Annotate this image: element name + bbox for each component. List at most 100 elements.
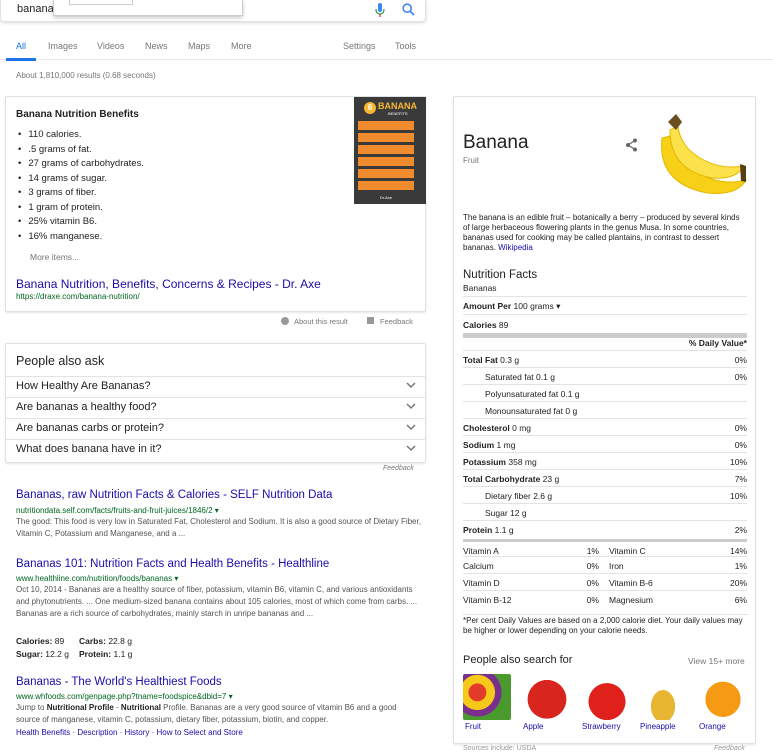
related-label[interactable]: Fruit — [465, 722, 481, 731]
kg-subtitle: Fruit — [463, 156, 479, 165]
thumb-title: BANANA — [378, 101, 417, 111]
tab-tools[interactable]: Tools — [395, 41, 416, 51]
vitamin-value: 6% — [734, 595, 747, 605]
nutrient-row: Sodium 1 mg 0% — [463, 435, 747, 452]
nutrient-label: Cholesterol 0 mg — [463, 423, 532, 433]
tab-videos[interactable]: Videos — [97, 41, 124, 51]
kg-feedback-link[interactable]: Feedback — [714, 745, 745, 752]
thumb-row — [358, 169, 414, 178]
microphone-icon[interactable] — [375, 2, 385, 18]
apple-image[interactable] — [523, 674, 571, 720]
search-icon[interactable] — [402, 3, 415, 16]
thumb-badge: 6 — [364, 102, 376, 114]
sitelink[interactable]: Health Benefits — [16, 728, 70, 737]
nutrient-label: Monounsaturated fat 0 g — [485, 406, 578, 416]
result-snippet: The good: This food is very low in Satur… — [16, 517, 421, 538]
thumb-row — [358, 181, 414, 190]
tab-maps[interactable]: Maps — [188, 41, 210, 51]
nutrient-row: Total Carbohydrate 23 g 7% — [463, 469, 747, 486]
result-url: nutritiondata.self.com/facts/fruits-and-… — [16, 506, 219, 515]
result-title[interactable]: Bananas, raw Nutrition Facts & Calories … — [16, 489, 332, 501]
sitelink[interactable]: How to Select and Store — [157, 728, 243, 737]
tab-news[interactable]: News — [145, 41, 168, 51]
paa-question-text: Are bananas carbs or protein? — [16, 422, 164, 434]
nutrient-row: Potassium 358 mg 10% — [463, 452, 747, 469]
orange-image[interactable] — [699, 674, 747, 720]
nutrient-label: Saturated fat 0.1 g — [485, 372, 555, 382]
vitamin-value: 0% — [586, 578, 599, 588]
tab-images[interactable]: Images — [48, 41, 78, 51]
wikipedia-link[interactable]: Wikipedia — [498, 243, 533, 252]
nutrient-daily-value: 0% — [734, 372, 747, 382]
fruit-image[interactable] — [463, 674, 511, 720]
tab-more[interactable]: More — [231, 41, 252, 51]
chevron-down-icon — [406, 445, 416, 452]
daily-value-header: % Daily Value* — [463, 333, 747, 350]
paa-heading: People also ask — [16, 354, 105, 368]
about-result-link[interactable]: About this result — [294, 317, 348, 326]
nutrient-label: Total Fat 0.3 g — [463, 355, 520, 365]
list-item: 14 grams of sugar. — [18, 172, 144, 187]
nutrition-facts-subtitle: Bananas — [463, 283, 497, 293]
vitamin-label: Vitamin B-12 — [463, 595, 512, 605]
paa-question[interactable]: Are bananas carbs or protein? — [5, 418, 426, 439]
nutrient-label: Sugar 12 g — [485, 508, 527, 518]
autocomplete-item[interactable] — [69, 0, 133, 5]
result-title[interactable]: Bananas 101: Nutrition Facts and Health … — [16, 558, 329, 570]
vitamin-row: Vitamin A 1% Vitamin C 14% — [463, 539, 747, 556]
vitamin-label: Vitamin A — [463, 546, 499, 556]
sitelink[interactable]: Description — [77, 728, 117, 737]
vitamin-label: Vitamin C — [609, 546, 646, 556]
related-label[interactable]: Apple — [523, 722, 543, 731]
vitamin-label: Calcium — [463, 561, 494, 571]
thumb-row — [358, 121, 414, 130]
kg-title: Banana — [463, 132, 529, 153]
related-label[interactable]: Pineapple — [640, 722, 676, 731]
nutrient-row: Saturated fat 0.1 g 0% — [463, 367, 747, 384]
nutrient-daily-value: 10% — [729, 457, 747, 467]
featured-snippet-url: https://draxe.com/banana-nutrition/ — [16, 292, 140, 301]
pineapple-image[interactable] — [639, 674, 687, 720]
paa-question-text: How Healthy Are Bananas? — [16, 380, 151, 392]
amount-row[interactable]: Amount Per 100 grams ▾ — [463, 296, 747, 313]
featured-snippet-thumbnail[interactable]: 6 BANANA BENEFITS Dr.Axe — [354, 97, 426, 204]
paa-feedback-link[interactable]: Feedback — [383, 465, 414, 472]
result-title[interactable]: Bananas - The World's Healthiest Foods — [16, 676, 222, 688]
nutrient-daily-value: 0% — [734, 355, 747, 365]
paa-question[interactable]: Are bananas a healthy food? — [5, 397, 426, 418]
banana-image[interactable] — [652, 108, 748, 200]
search-input[interactable]: banana — [17, 3, 54, 15]
paa-question[interactable]: What does banana have in it? — [5, 439, 426, 460]
list-item: 16% manganese. — [18, 230, 144, 245]
tab-all[interactable]: All — [16, 41, 26, 51]
paa-question[interactable]: How Healthy Are Bananas? — [5, 376, 426, 397]
featured-snippet-link[interactable]: Banana Nutrition, Benefits, Concerns & R… — [16, 277, 321, 291]
vitamin-value: 1% — [734, 561, 747, 571]
vitamin-label: Magnesium — [609, 595, 653, 605]
active-tab-indicator — [6, 58, 36, 61]
feedback-link[interactable]: Feedback — [380, 317, 413, 326]
paa-question-text: Are bananas a healthy food? — [16, 401, 157, 413]
strawberry-image[interactable] — [583, 674, 631, 720]
nutrition-footnote: *Per cent Daily Values are based on a 2,… — [463, 614, 748, 636]
related-label[interactable]: Strawberry — [582, 722, 621, 731]
sitelink[interactable]: History — [125, 728, 150, 737]
list-item: 3 grams of fiber. — [18, 186, 144, 201]
chevron-down-icon — [406, 424, 416, 431]
thumb-brand: Dr.Axe — [380, 195, 393, 200]
related-label[interactable]: Orange — [699, 722, 726, 731]
sitelinks: Health Benefits · Description · History … — [16, 728, 243, 737]
people-also-search-heading: People also search for — [463, 654, 573, 666]
vitamin-value: 0% — [586, 595, 599, 605]
list-item: .5 grams of fat. — [18, 143, 144, 158]
share-icon[interactable] — [625, 138, 638, 152]
nutrient-daily-value: 2% — [734, 525, 747, 535]
paa-question-text: What does banana have in it? — [16, 443, 162, 455]
feedback-icon — [367, 317, 374, 324]
featured-snippet-title: Banana Nutrition Benefits — [16, 109, 139, 120]
vitamin-value: 0% — [586, 561, 599, 571]
view-more-link[interactable]: View 15+ more — [688, 656, 745, 666]
result-url: www.healthline.com/nutrition/foods/banan… — [16, 574, 179, 583]
tab-settings[interactable]: Settings — [343, 41, 376, 51]
more-items-link[interactable]: More items... — [30, 252, 79, 262]
